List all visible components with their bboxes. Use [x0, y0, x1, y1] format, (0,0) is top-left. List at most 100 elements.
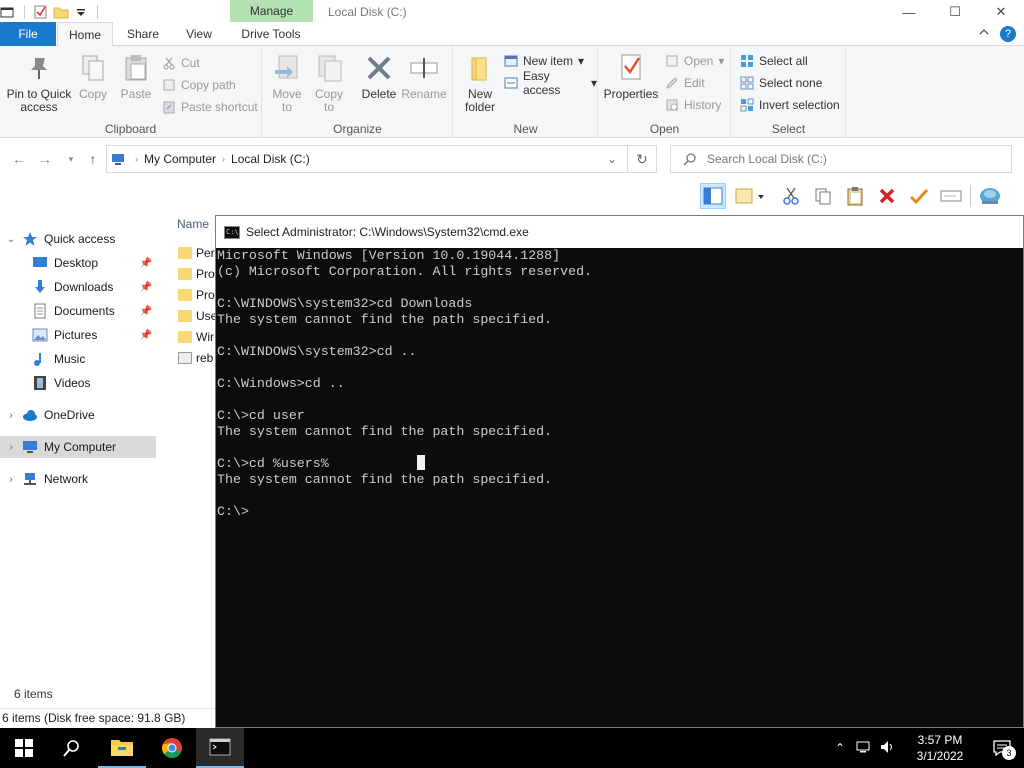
nav-onedrive[interactable]: › OneDrive [0, 404, 156, 426]
properties-button[interactable]: Properties [603, 52, 659, 101]
refresh-icon[interactable]: ↻ [628, 145, 657, 173]
volume-icon[interactable] [876, 740, 900, 757]
customize-qat-icon[interactable] [73, 4, 89, 20]
globe-shell-icon[interactable] [977, 183, 1003, 209]
open-icon [666, 55, 678, 67]
tab-share[interactable]: Share [115, 22, 171, 46]
file-row[interactable]: Per [178, 243, 218, 263]
select-all-button[interactable]: Select all [740, 52, 808, 70]
nav-desktop[interactable]: Desktop 📌 [0, 252, 156, 274]
ribbon-expand-icon[interactable] [978, 26, 990, 42]
open-button[interactable]: Open ▾ [665, 52, 724, 70]
tab-file[interactable]: File [0, 22, 56, 46]
nav-music[interactable]: Music [0, 348, 156, 370]
cmd-app-icon[interactable]: C:\ [224, 225, 240, 239]
pin-icon[interactable]: 📌 [140, 330, 152, 341]
explorer-app-icon[interactable] [0, 4, 16, 20]
chevron-down-icon[interactable]: ⌄ [0, 234, 22, 245]
pin-icon[interactable]: 📌 [140, 306, 152, 317]
minimize-button[interactable]: — [886, 0, 932, 24]
note-dropdown-icon[interactable] [732, 183, 772, 209]
copy-button[interactable]: Copy [76, 52, 110, 101]
column-header-name[interactable]: Name [177, 217, 209, 231]
document-icon [34, 303, 46, 319]
taskbar-file-explorer[interactable] [98, 728, 146, 768]
cut-button[interactable]: Cut [162, 54, 200, 72]
organize-group: Move to Copy to Delete Rename Organize [263, 46, 453, 138]
nav-documents[interactable]: Documents 📌 [0, 300, 156, 322]
history-button[interactable]: History [665, 96, 721, 114]
taskbar-cmd[interactable] [196, 728, 244, 768]
copy-pages-icon[interactable] [810, 183, 836, 209]
taskbar-chrome[interactable] [148, 728, 196, 768]
pin-icon[interactable]: 📌 [140, 258, 152, 269]
tab-home[interactable]: Home [57, 22, 113, 47]
chevron-right-icon[interactable]: › [0, 474, 22, 485]
pin-icon[interactable]: 📌 [140, 282, 152, 293]
chevron-right-icon[interactable]: › [0, 442, 22, 453]
file-row[interactable]: reb [178, 348, 218, 368]
new-folder-button[interactable]: New folder [460, 52, 500, 114]
delete-button[interactable]: Delete [359, 52, 399, 101]
checkmark-icon[interactable] [906, 183, 932, 209]
up-arrow-icon[interactable]: ↑ [84, 150, 102, 168]
help-icon[interactable]: ? [1000, 26, 1016, 42]
copy-to-button[interactable]: Copy to [311, 52, 347, 114]
file-row[interactable]: Pro [178, 264, 218, 284]
clipboard-paste-icon[interactable] [842, 183, 868, 209]
move-to-button[interactable]: Move to [269, 52, 305, 114]
nav-my-computer[interactable]: › My Computer [0, 436, 156, 458]
chevron-up-icon[interactable]: ⌃ [828, 741, 852, 755]
nav-quick-access[interactable]: ⌄ Quick access [0, 228, 156, 250]
tab-manage[interactable]: Manage [230, 0, 313, 22]
cut-scissors-icon[interactable] [778, 183, 804, 209]
new-item-button[interactable]: New item ▾ [504, 52, 584, 70]
action-center-button[interactable]: 3 [980, 728, 1024, 768]
delete-red-x-icon[interactable] [874, 183, 900, 209]
clock[interactable]: 3:57 PM 3/1/2022 [900, 732, 980, 764]
invert-selection-button[interactable]: Invert selection [740, 96, 840, 114]
file-row[interactable]: Pro [178, 285, 218, 305]
file-row[interactable]: Wir [178, 327, 218, 347]
invert-selection-icon [740, 98, 754, 112]
rename-field-icon[interactable] [938, 183, 964, 209]
taskbar-search-button[interactable] [48, 728, 96, 768]
rename-button[interactable]: Rename [401, 52, 447, 101]
address-bar[interactable]: › My Computer › Local Disk (C:) ⌄ [106, 145, 628, 173]
cmd-titlebar[interactable]: C:\ Select Administrator: C:\Windows\Sys… [216, 216, 1023, 248]
start-button[interactable] [0, 728, 48, 768]
recent-locations-chevron-icon[interactable]: ▾ [62, 150, 80, 168]
search-box[interactable]: Search Local Disk (C:) [670, 145, 1012, 173]
tab-drive-tools[interactable]: Drive Tools [232, 22, 310, 46]
paste-button[interactable]: Paste [118, 52, 154, 101]
nav-network[interactable]: › Network [0, 468, 156, 490]
chevron-right-icon[interactable]: › [0, 410, 22, 421]
address-dropdown-icon[interactable]: ⌄ [607, 152, 617, 166]
maximize-button[interactable]: ☐ [932, 0, 978, 24]
cmd-window[interactable]: C:\ Select Administrator: C:\Windows\Sys… [215, 215, 1024, 728]
close-button[interactable]: ✕ [978, 0, 1024, 24]
breadcrumb-my-computer[interactable]: My Computer [144, 152, 216, 166]
tab-view[interactable]: View [173, 22, 225, 46]
breadcrumb-local-disk[interactable]: Local Disk (C:) [231, 152, 310, 166]
paste-shortcut-button[interactable]: Paste shortcut [162, 98, 258, 116]
nav-pictures[interactable]: Pictures 📌 [0, 324, 156, 346]
nav-downloads[interactable]: Downloads 📌 [0, 276, 156, 298]
file-row[interactable]: Use [178, 306, 218, 326]
edit-button[interactable]: Edit [665, 74, 705, 92]
breadcrumb-separator-icon: › [222, 154, 226, 164]
new-folder-qat-icon[interactable] [53, 4, 69, 20]
nav-videos[interactable]: Videos [0, 372, 156, 394]
copy-path-button[interactable]: Copy path [162, 76, 236, 94]
pin-to-quick-access-button[interactable]: Pin to Quick access [4, 52, 74, 114]
easy-access-button[interactable]: Easy access ▾ [504, 69, 597, 97]
back-arrow-icon[interactable]: ← [10, 150, 28, 168]
preview-pane-icon[interactable] [700, 183, 726, 209]
network-tray-icon[interactable] [852, 740, 876, 757]
cmd-console-output[interactable]: Microsoft Windows [Version 10.0.19044.12… [216, 248, 1023, 728]
console-line: C:\> [217, 504, 249, 519]
select-none-button[interactable]: Select none [740, 74, 822, 92]
forward-arrow-icon[interactable]: → [36, 150, 54, 168]
properties-qat-icon[interactable] [33, 4, 49, 20]
